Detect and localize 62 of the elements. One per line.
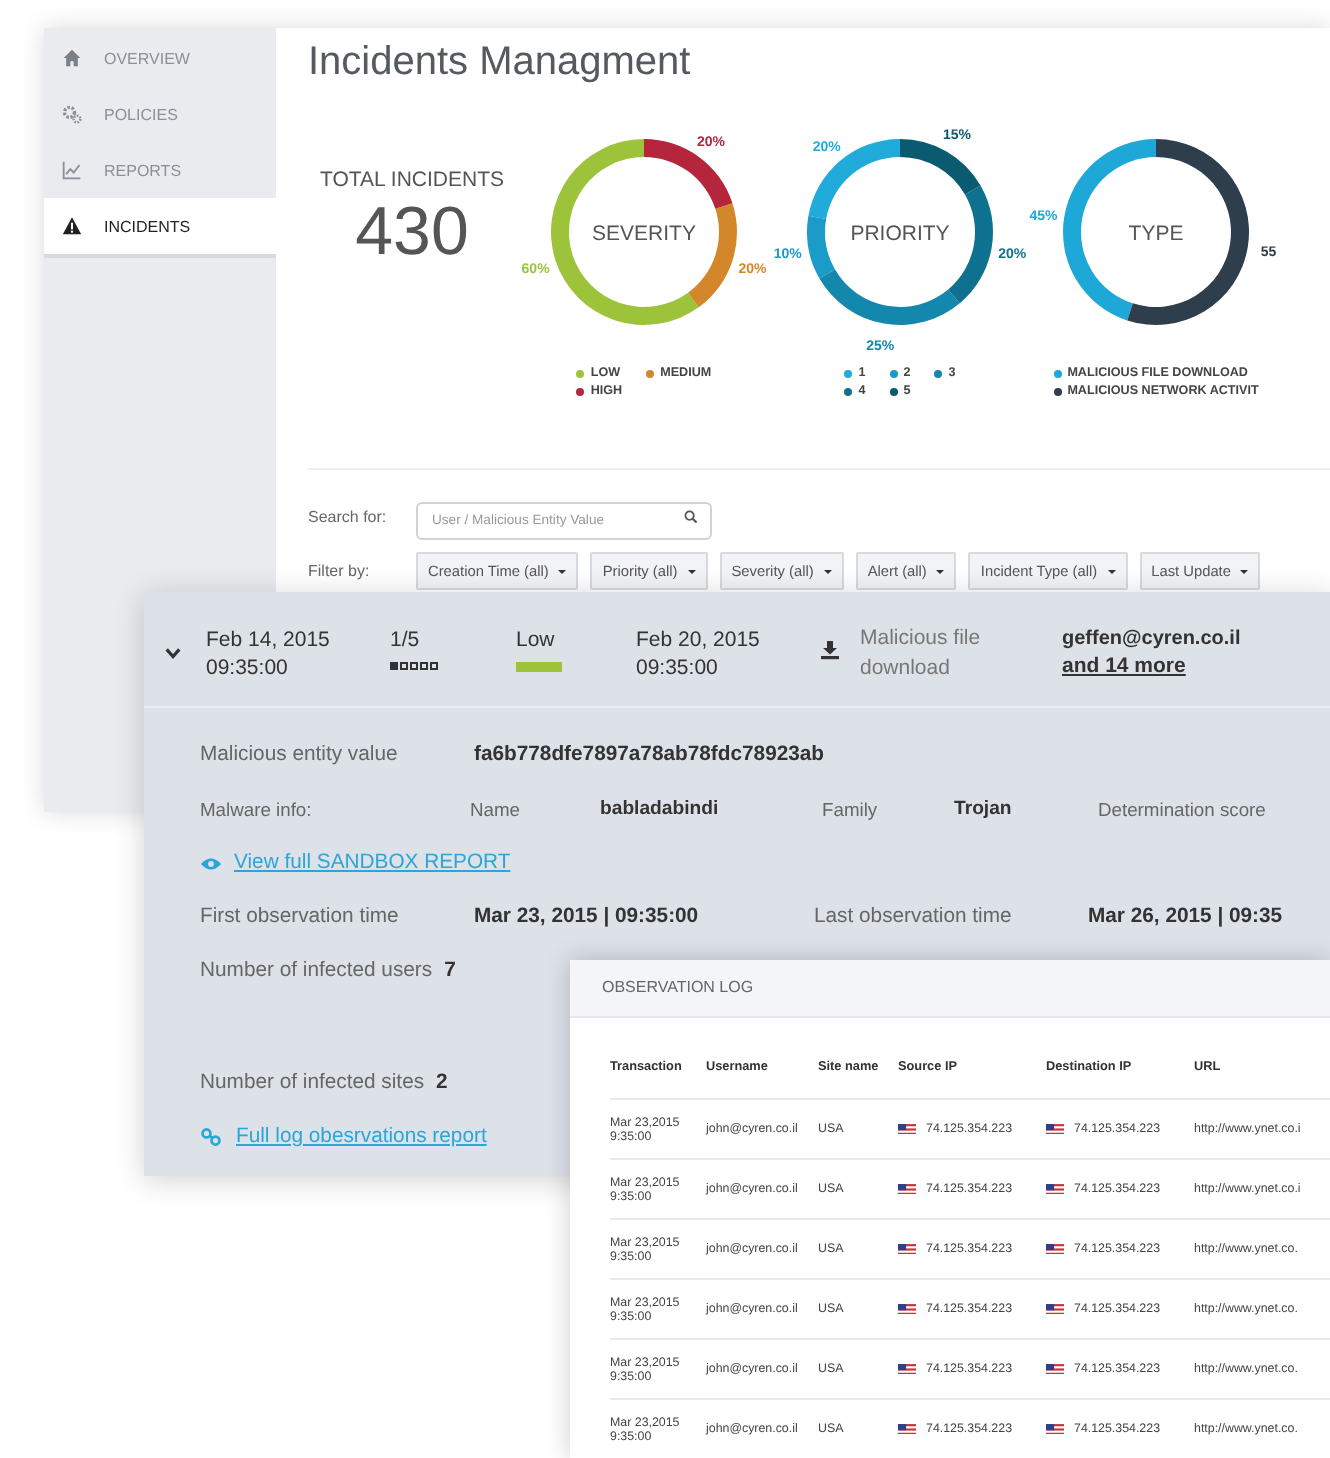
total-incidents-value: 430 [353,192,471,272]
flag-icon [1046,1423,1064,1435]
caret-icon [823,569,832,573]
field-label: Family [822,798,880,820]
flag-icon [1046,1303,1064,1315]
field-label: Last observation time [814,906,1014,928]
first-observation-value: Mar 23, 2015 | 09:35:00 [474,906,701,928]
infected-sites-count: 2 [436,1072,448,1094]
updated-date: Feb 20, 2015 [636,628,762,652]
home-icon [62,48,82,68]
flag-icon [1046,1243,1064,1255]
search-label: Search for: [308,508,389,526]
caret-icon [687,569,696,573]
created-time: 09:35:00 [206,656,290,680]
field-label: First observation time [200,906,401,928]
caret-icon [558,569,567,573]
flag-icon [898,1363,916,1375]
field-label: Malware info: [200,798,314,820]
priority-value: 1/5 [390,628,422,652]
caret-icon [936,569,945,573]
total-incidents-label: TOTAL INCIDENTS [318,168,506,192]
chart-title: SEVERITY [592,222,696,246]
chart-title: TYPE [1128,222,1184,246]
field-label: Number of infected sites [200,1072,425,1094]
line-chart-icon [62,160,82,180]
flag-icon [898,1423,916,1435]
field-label: Malicious entity value [200,744,400,766]
sidebar-item[interactable]: INCIDENTS [44,198,276,258]
link-icon [200,1128,222,1146]
chevron-icon[interactable] [164,644,182,662]
caret-icon [1240,569,1249,573]
flag-icon [1046,1123,1064,1135]
malware-family: Trojan [954,798,1014,820]
flag-icon [898,1303,916,1315]
caret-icon [1107,569,1116,573]
incident-type: Malicious file download [860,624,983,684]
user-email: geffen@cyren.co.il [1062,628,1241,650]
infected-users-count: 7 [444,960,456,982]
search-icon [684,510,698,524]
last-observation-value: Mar 26, 2015 | 09:35 [1088,906,1283,928]
filter-label: Filter by: [308,562,372,580]
flag-icon [898,1243,916,1255]
malware-name: babladabindi [600,798,721,820]
flag-icon [1046,1183,1064,1195]
download-icon [820,640,840,660]
field-label: Name [470,798,523,820]
flag-icon [898,1123,916,1135]
updated-time: 09:35:00 [636,656,720,680]
observation-log-title: OBSERVATION LOG [570,960,1330,1018]
chart-title: PRIORITY [850,222,950,246]
eye-icon [200,855,222,871]
warning-icon [62,216,82,236]
created-date: Feb 14, 2015 [206,628,332,652]
entity-value: fa6b778dfe7897a78ab78fdc78923ab [474,744,825,766]
more-users-link[interactable]: and 14 more [1062,654,1241,678]
page-title: Incidents Managment [308,38,693,88]
flag-icon [1046,1363,1064,1375]
gears-icon [62,104,82,124]
flag-icon [898,1183,916,1195]
severity-value: Low [516,628,557,652]
field-label: Determination score [1098,798,1266,820]
field-label: Number of infected users [200,960,433,982]
